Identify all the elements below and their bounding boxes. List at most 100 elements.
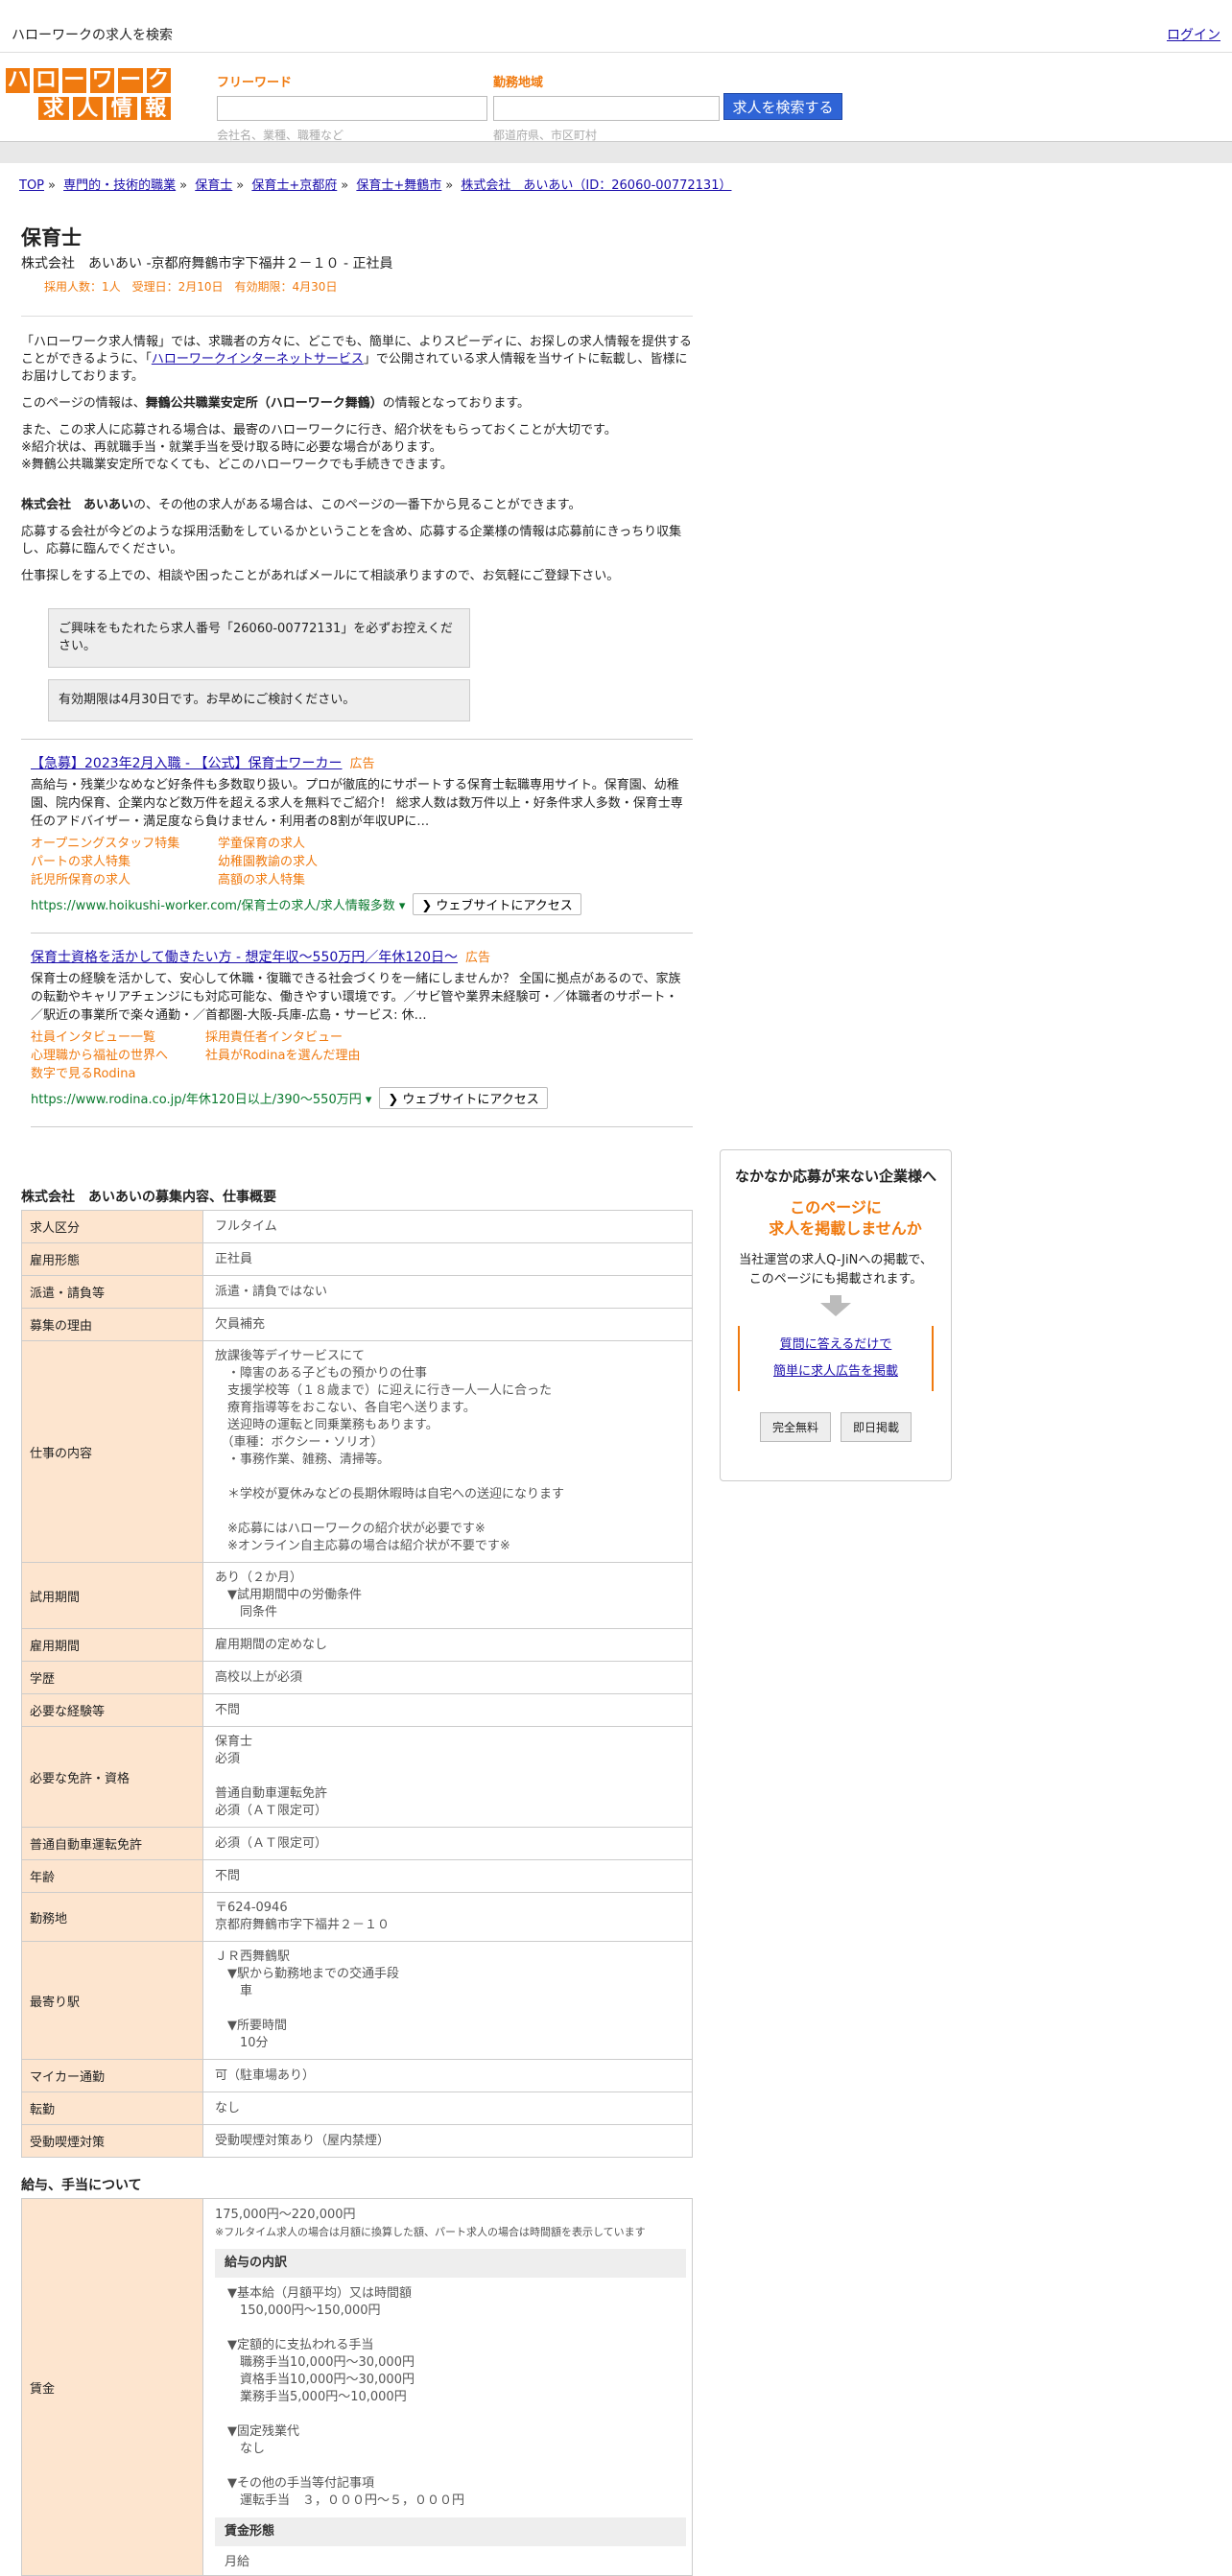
info-paragraph-3: また、この求人に応募される場合は、最寄のハローワークに行き、紹介状をもらっておく…	[21, 423, 617, 472]
logo-char: ー	[116, 66, 145, 95]
breadcrumb-job-pref[interactable]: 保育士+京都府	[251, 178, 337, 193]
spec-key: 必要な経験等	[21, 1693, 203, 1727]
ad-sitelink[interactable]: 学童保育の求人	[218, 835, 410, 853]
ad-sitelink[interactable]: 社員がRodinaを選んだ理由	[205, 1047, 416, 1065]
ad-description: 高給与・残業少なめなど好条件も多数取り扱い。プロが徹底的にサポートする保育士転職…	[31, 778, 683, 829]
breadcrumb-job-city[interactable]: 保育士+舞鶴市	[356, 178, 441, 193]
ad-url[interactable]: https://www.hoikushi-worker.com/保育士の求人/求…	[31, 895, 405, 913]
salary-label: 賃金	[21, 2198, 203, 2576]
promo-links: 質問に答えるだけで 簡単に求人広告を掲載	[738, 1326, 934, 1391]
ad-rodina: 保育士資格を活かして働きたい方 - 想定年収～550万円／年休120日～ 広告 保…	[31, 947, 683, 1109]
job-spec-table: 求人区分 フルタイム 雇用形態 正社員 派遣・請負等 派遣・請負ではない 募集の理由 欠員補充…	[21, 1210, 693, 2158]
spec-key: 試用期間	[21, 1562, 203, 1629]
spec-value: 欠員補充	[202, 1308, 693, 1341]
arrow-down-icon	[820, 1303, 851, 1316]
spec-value: 不問	[202, 1859, 693, 1893]
table-row: 勤務地 〒624-0946 京都府舞鶴市字下福井２－１０	[21, 1892, 693, 1942]
spec-key: 求人区分	[21, 1210, 203, 1243]
ad-sitelink[interactable]: 託児所保育の求人	[31, 871, 218, 889]
info-paragraph-6: 仕事探しをする上での、相談や困ったことがあればメールにて相談承りますので、お気軽…	[21, 569, 620, 583]
ad-sitelink[interactable]: 高額の求人特集	[218, 871, 410, 889]
same-day-badge: 即日掲載	[841, 1412, 912, 1442]
freeword-search: フリーワード 会社名、業種、職種など	[217, 72, 487, 143]
spec-key: 受動喫煙対策	[21, 2124, 203, 2158]
ad-sitelink[interactable]: 心理職から福祉の世界へ	[31, 1047, 205, 1065]
spec-value: なし	[202, 2092, 693, 2125]
ad-sitelink[interactable]: パートの求人特集	[31, 853, 218, 871]
ad-url-row: https://www.hoikushi-worker.com/保育士の求人/求…	[31, 893, 683, 915]
logo-char: 求	[36, 95, 71, 122]
login-link[interactable]: ログイン	[1167, 25, 1220, 44]
ad-sitelinks: オープニングスタッフ特集 学童保育の求人 パートの求人特集 幼稚園教諭の求人 託…	[31, 835, 683, 889]
ad-url[interactable]: https://www.rodina.co.jp/年休120日以上/390～55…	[31, 1089, 371, 1107]
hellowork-internet-link[interactable]: ハローワークインターネットサービス	[152, 352, 364, 366]
visit-website-button[interactable]: ❯ ウェブサイトにアクセス	[379, 1087, 548, 1109]
freeword-label: フリーワード	[217, 76, 293, 90]
main-content: 保育士 株式会社 あいあい -京都府舞鶴市字下福井２－１０ - 正社員 採用人数…	[21, 223, 693, 2576]
free-badge: 完全無料	[759, 1412, 831, 1442]
visit-website-button[interactable]: ❯ ウェブサイトにアクセス	[413, 893, 581, 915]
table-row: 受動喫煙対策 受動喫煙対策あり（屋内禁煙）	[21, 2124, 693, 2158]
ad-badge: 広告	[464, 951, 490, 965]
spec-key: 最寄り駅	[21, 1941, 203, 2060]
search-jobs-button[interactable]: 求人を検索する	[723, 93, 842, 120]
ad-sitelink[interactable]: オープニングスタッフ特集	[31, 835, 218, 853]
table-row: 試用期間 あり（２か月） ▼試用期間中の労働条件 同条件	[21, 1562, 693, 1629]
spec-value: 不問	[202, 1693, 693, 1727]
breadcrumb-company[interactable]: 株式会社 あいあい（ID：26060-00772131）	[461, 178, 731, 193]
spec-value: 雇用期間の定めなし	[202, 1628, 693, 1662]
salary-note: ※フルタイム求人の場合は月額に換算した額、パート求人の場合は時間額を表示していま…	[215, 2226, 646, 2238]
spec-key: 仕事の内容	[21, 1340, 203, 1563]
spec-key: 学歴	[21, 1661, 203, 1694]
salary-table: 賃金 175,000円〜220,000円 ※フルタイム求人の場合は月額に換算した…	[21, 2198, 693, 2576]
search-header: ハローワーク 求人情報 フリーワード 会社名、業種、職種など 勤務地域 都道府県…	[0, 53, 1232, 143]
table-row: 必要な免許・資格 保育士 必須 普通自動車運転免許 必須（ＡＴ限定可）	[21, 1726, 693, 1828]
logo-char: ロ	[32, 66, 60, 95]
ad-sitelink[interactable]: 数字で見るRodina	[31, 1065, 205, 1083]
ad-sitelink[interactable]	[205, 1065, 416, 1083]
spec-value: 〒624-0946 京都府舞鶴市字下福井２－１０	[202, 1892, 693, 1942]
table-row: 最寄り駅 ＪＲ西舞鶴駅 ▼駅から勤務地までの交通手段 車 ▼所要時間 10分	[21, 1941, 693, 2060]
divider-bar	[0, 141, 1232, 163]
logo-char: ー	[59, 66, 88, 95]
ad-sitelink[interactable]: 社員インタビュー一覧	[31, 1028, 205, 1047]
spec-key: マイカー通勤	[21, 2059, 203, 2092]
salary-form: 月給	[225, 2555, 250, 2569]
spec-value: 派遣・請負ではない	[202, 1275, 693, 1309]
ad-description: 保育士の経験を活かして、安心して休職・復職できる社会づくりを一緒にしませんか？ …	[31, 972, 681, 1023]
hellowork-logo[interactable]: ハローワーク 求人情報	[4, 66, 173, 122]
table-row: 転勤 なし	[21, 2092, 693, 2125]
table-row: 求人区分 フルタイム	[21, 1210, 693, 1243]
ad-title-link[interactable]: 保育士資格を活かして働きたい方 - 想定年収～550万円／年休120日～	[31, 950, 458, 965]
info-paragraph-2: このページの情報は、舞鶴公共職業安定所（ハローワーク舞鶴）の情報となっております…	[21, 396, 531, 411]
table-row: 雇用期間 雇用期間の定めなし	[21, 1628, 693, 1662]
area-input[interactable]	[493, 96, 720, 121]
expiry-notice: 有効期限は4月30日です。お早めにご検討ください。	[48, 679, 470, 721]
spec-value: 受動喫煙対策あり（屋内禁煙）	[202, 2124, 693, 2158]
promo-link-answer[interactable]: 質問に答えるだけで	[780, 1337, 892, 1352]
spec-value: あり（２か月） ▼試用期間中の労働条件 同条件	[202, 1562, 693, 1629]
info-paragraph-4: 株式会社 あいあいの、その他の求人がある場合は、このページの一番下から見ることが…	[21, 498, 581, 512]
info-paragraph-5: 応募する会社が今どのような採用活動をしているかということを含め、応募する企業様の…	[21, 525, 682, 556]
ad-title-link[interactable]: 【急募】2023年2月入職 - 【公式】保育士ワーカー	[31, 756, 343, 771]
area-label: 勤務地域	[493, 76, 544, 90]
table-row: 必要な経験等 不問	[21, 1693, 693, 1727]
spec-value: 正社員	[202, 1242, 693, 1276]
freeword-input[interactable]	[217, 96, 487, 121]
ad-hoikushi-worker: 【急募】2023年2月入職 - 【公式】保育士ワーカー 広告 高給与・残業少なめな…	[31, 753, 683, 915]
table-row: 派遣・請負等 派遣・請負ではない	[21, 1275, 693, 1309]
arrow-down-icon	[830, 1295, 841, 1303]
salary-breakdown: ▼基本給（月額平均）又は時間額 150,000円〜150,000円 ▼定額的に支…	[227, 2286, 465, 2508]
logo-char: 情	[105, 95, 139, 122]
table-row: マイカー通勤 可（駐車場あり）	[21, 2059, 693, 2092]
ad-sitelink[interactable]: 採用責任者インタビュー	[205, 1028, 416, 1047]
spec-value: 放課後等デイサービスにて ・障害のある子どもの預かりの仕事 支援学校等（１８歳ま…	[202, 1340, 693, 1563]
breadcrumb-top[interactable]: TOP	[19, 178, 44, 193]
table-row: 仕事の内容 放課後等デイサービスにて ・障害のある子どもの預かりの仕事 支援学校等…	[21, 1340, 693, 1563]
promo-link-post[interactable]: 簡単に求人広告を掲載	[773, 1364, 898, 1379]
freeword-hint: 会社名、業種、職種など	[217, 129, 344, 142]
job-meta: 採用人数：1人 受理日：2月10日 有効期限：4月30日	[44, 280, 338, 294]
ad-sitelink[interactable]: 幼稚園教諭の求人	[218, 853, 410, 871]
breadcrumb-job[interactable]: 保育士	[195, 178, 232, 193]
breadcrumb-category[interactable]: 専門的・技術的職業	[63, 178, 176, 193]
